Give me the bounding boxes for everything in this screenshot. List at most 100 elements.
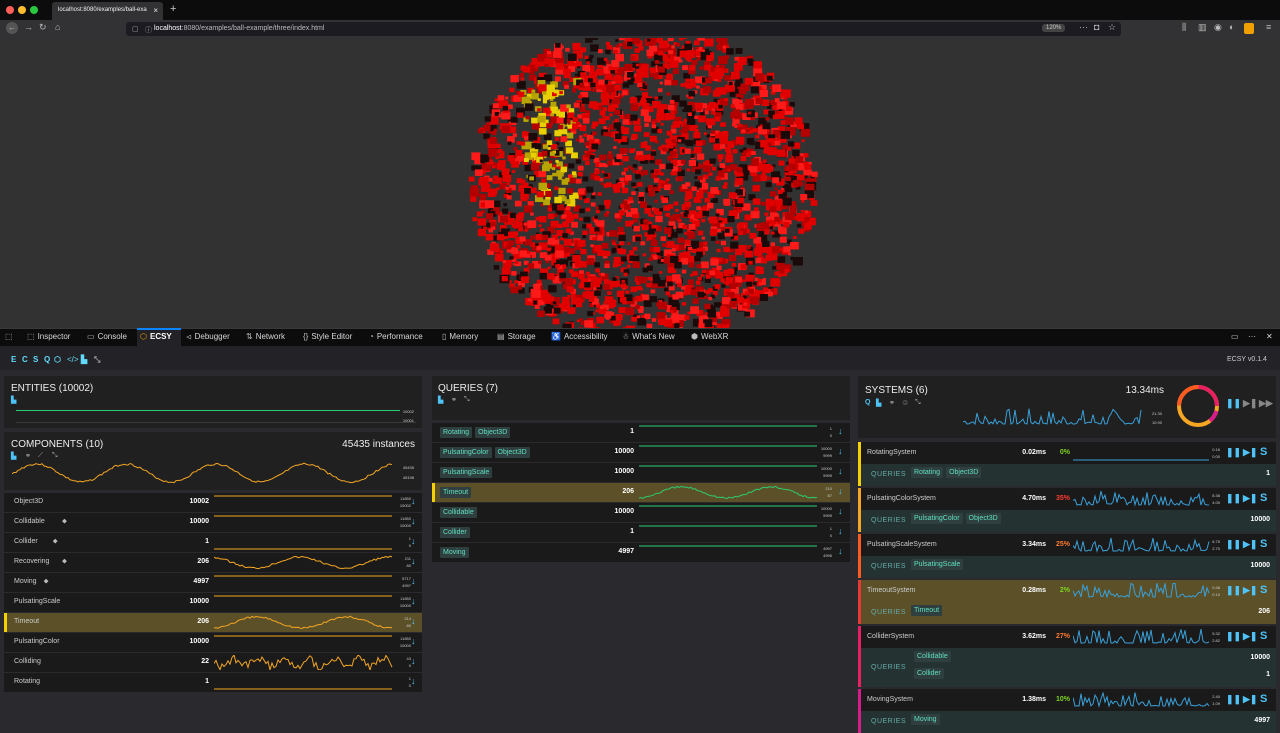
systems-link-icon[interactable]: ⚭ [889,399,895,407]
system-step-button[interactable]: ▶❚ [1243,631,1257,642]
component-row[interactable]: Rotating110↓ [4,673,422,692]
log-arrow-icon[interactable]: ↓ [838,546,843,556]
site-info-icon[interactable]: ⓘ [145,25,152,35]
system-query-tag[interactable]: Object3D [946,467,981,478]
devtools-tab-network[interactable]: ⇅Network [246,332,285,341]
new-tab-icon[interactable]: + [170,3,176,15]
query-tag[interactable]: PulsatingColor [440,447,492,458]
system-query-tag[interactable]: Collider [914,668,944,679]
devtools-tab-storage[interactable]: ▤Storage [497,332,536,341]
close-window-icon[interactable] [6,6,14,14]
components-graph-icon[interactable]: ⟋ [38,452,43,460]
system-solo-button[interactable]: S [1260,492,1267,504]
log-arrow-icon[interactable]: ↓ [411,576,416,586]
log-arrow-icon[interactable]: ↓ [411,676,416,686]
component-row[interactable]: Timeout20621480↓ [4,613,422,632]
query-row[interactable]: PulsatingScale10000100009999↓ [432,463,850,482]
system-step-button[interactable]: ▶❚ [1243,539,1257,550]
code-icon[interactable]: </> [67,355,79,364]
home-icon[interactable]: ⌂ [55,22,60,32]
queries-shrink-icon[interactable]: ⤡ [464,396,470,404]
log-arrow-icon[interactable]: ↓ [838,466,843,476]
systems-recycle-icon[interactable]: ♲ [902,399,908,407]
component-row[interactable]: PulsatingScale100001185010000↓ [4,593,422,612]
devtools-tab-webxr[interactable]: ⬢WebXR [691,332,728,341]
log-arrow-icon[interactable]: ↓ [411,656,416,666]
query-tag[interactable]: Timeout [440,487,471,498]
ecsy-toggle-s[interactable]: S [33,355,38,364]
log-arrow-icon[interactable]: ↓ [838,526,843,536]
url-bar[interactable]: localhost:8080/examples/ball-example/thr… [126,22,1121,36]
query-tag[interactable]: Moving [440,547,469,558]
minimize-window-icon[interactable] [18,6,26,14]
ecsy-toggle-q[interactable]: Q [44,355,50,364]
zoom-level[interactable]: 120% [1042,24,1065,32]
devtools-tab-performance[interactable]: ◔Performance [369,332,423,341]
system-solo-button[interactable]: S [1260,538,1267,550]
ecsy-extension-icon[interactable] [1244,23,1254,34]
maximize-window-icon[interactable] [30,6,38,14]
system-query-tag[interactable]: PulsatingScale [911,559,963,570]
component-row[interactable]: Object3D100021185010002↓ [4,493,422,512]
forward-icon[interactable]: → [24,22,33,32]
log-arrow-icon[interactable]: ↓ [411,556,416,566]
log-arrow-icon[interactable]: ↓ [411,636,416,646]
devtools-tab-accessibility[interactable]: ♿Accessibility [551,332,608,341]
system-solo-button[interactable]: S [1260,693,1267,705]
log-arrow-icon[interactable]: ↓ [838,506,843,516]
system-query-tag[interactable]: Timeout [911,605,942,616]
system-query-tag[interactable]: Collidable [914,651,951,662]
components-link-icon[interactable]: ⚭ [25,452,31,460]
webgl-viewport[interactable] [0,38,1280,328]
components-chart-icon[interactable]: ▙ [11,452,16,460]
component-row[interactable]: Collidable⬥100001185010000↓ [4,513,422,532]
query-row[interactable]: Collider110↓ [432,523,850,542]
devtools-tab-memory[interactable]: ▯Memory [442,332,478,341]
system-pause-button[interactable]: ❚❚ [1226,694,1241,705]
log-arrow-icon[interactable]: ↓ [838,486,843,496]
log-arrow-icon[interactable]: ↓ [411,616,416,626]
step-all-button[interactable]: ▶❚ [1243,398,1257,409]
devtools-tab-console[interactable]: ▭Console [87,332,127,341]
system-pause-button[interactable]: ❚❚ [1226,631,1241,642]
extension-icon[interactable]: ◐ [1229,22,1234,32]
reload-icon[interactable]: ↻ [39,22,47,33]
back-icon[interactable]: ← [6,22,18,34]
query-tag[interactable]: PulsatingScale [440,467,492,478]
queries-link-icon[interactable]: ⚭ [451,396,457,404]
devtools-tab-what-s-new[interactable]: ☃What's New [622,332,675,341]
system-pause-button[interactable]: ❚❚ [1226,539,1241,550]
fast-forward-button[interactable]: ▶▶ [1259,398,1273,409]
queries-chart-icon[interactable]: ▙ [438,396,443,404]
system-query-tag[interactable]: Moving [911,714,940,725]
ecsy-toggle-e[interactable]: E [11,355,16,364]
system-row[interactable]: MovingSystem1.38ms10%2.401.09❚❚▶❚S [858,689,1276,711]
system-solo-button[interactable]: S [1260,446,1267,458]
pick-element-icon[interactable]: ⬚ [5,332,13,341]
library-icon[interactable]: ⫼ [1182,22,1186,33]
query-row[interactable]: PulsatingColorObject3D10000100009999↓ [432,443,850,462]
query-row[interactable]: Collidable10000100009999↓ [432,503,850,522]
system-query-tag[interactable]: Object3D [966,513,1001,524]
system-pause-button[interactable]: ❚❚ [1226,585,1241,596]
components-shrink-icon[interactable]: ⤡ [52,452,58,460]
system-row[interactable]: TimeoutSystem0.28ms2%0.480.10❚❚▶❚S [858,580,1276,602]
options-icon[interactable]: ··· [1248,332,1256,341]
systems-queries-toggle[interactable]: Q [865,399,870,406]
systems-shrink-icon[interactable]: ⤡ [915,399,921,407]
more-actions-icon[interactable]: ··· [1079,22,1088,32]
system-solo-button[interactable]: S [1260,630,1267,642]
sidebar-icon[interactable]: ▥ [1198,22,1207,33]
close-tab-icon[interactable]: × [153,6,158,15]
devtools-tab-style-editor[interactable]: {}Style Editor [303,332,352,341]
system-pause-button[interactable]: ❚❚ [1226,447,1241,458]
system-row[interactable]: ColliderSystem3.62ms27%5.322.82❚❚▶❚S [858,626,1276,648]
log-arrow-icon[interactable]: ↓ [411,536,416,546]
log-arrow-icon[interactable]: ↓ [838,446,843,456]
ecsy-toggle-c[interactable]: C [22,355,28,364]
system-step-button[interactable]: ▶❚ [1243,585,1257,596]
system-row[interactable]: PulsatingColorSystem4.70ms35%8.364.00❚❚▶… [858,488,1276,510]
query-tag[interactable]: Object3D [475,427,510,438]
query-tag[interactable]: Collider [440,527,470,538]
query-tag[interactable]: Object3D [495,447,530,458]
